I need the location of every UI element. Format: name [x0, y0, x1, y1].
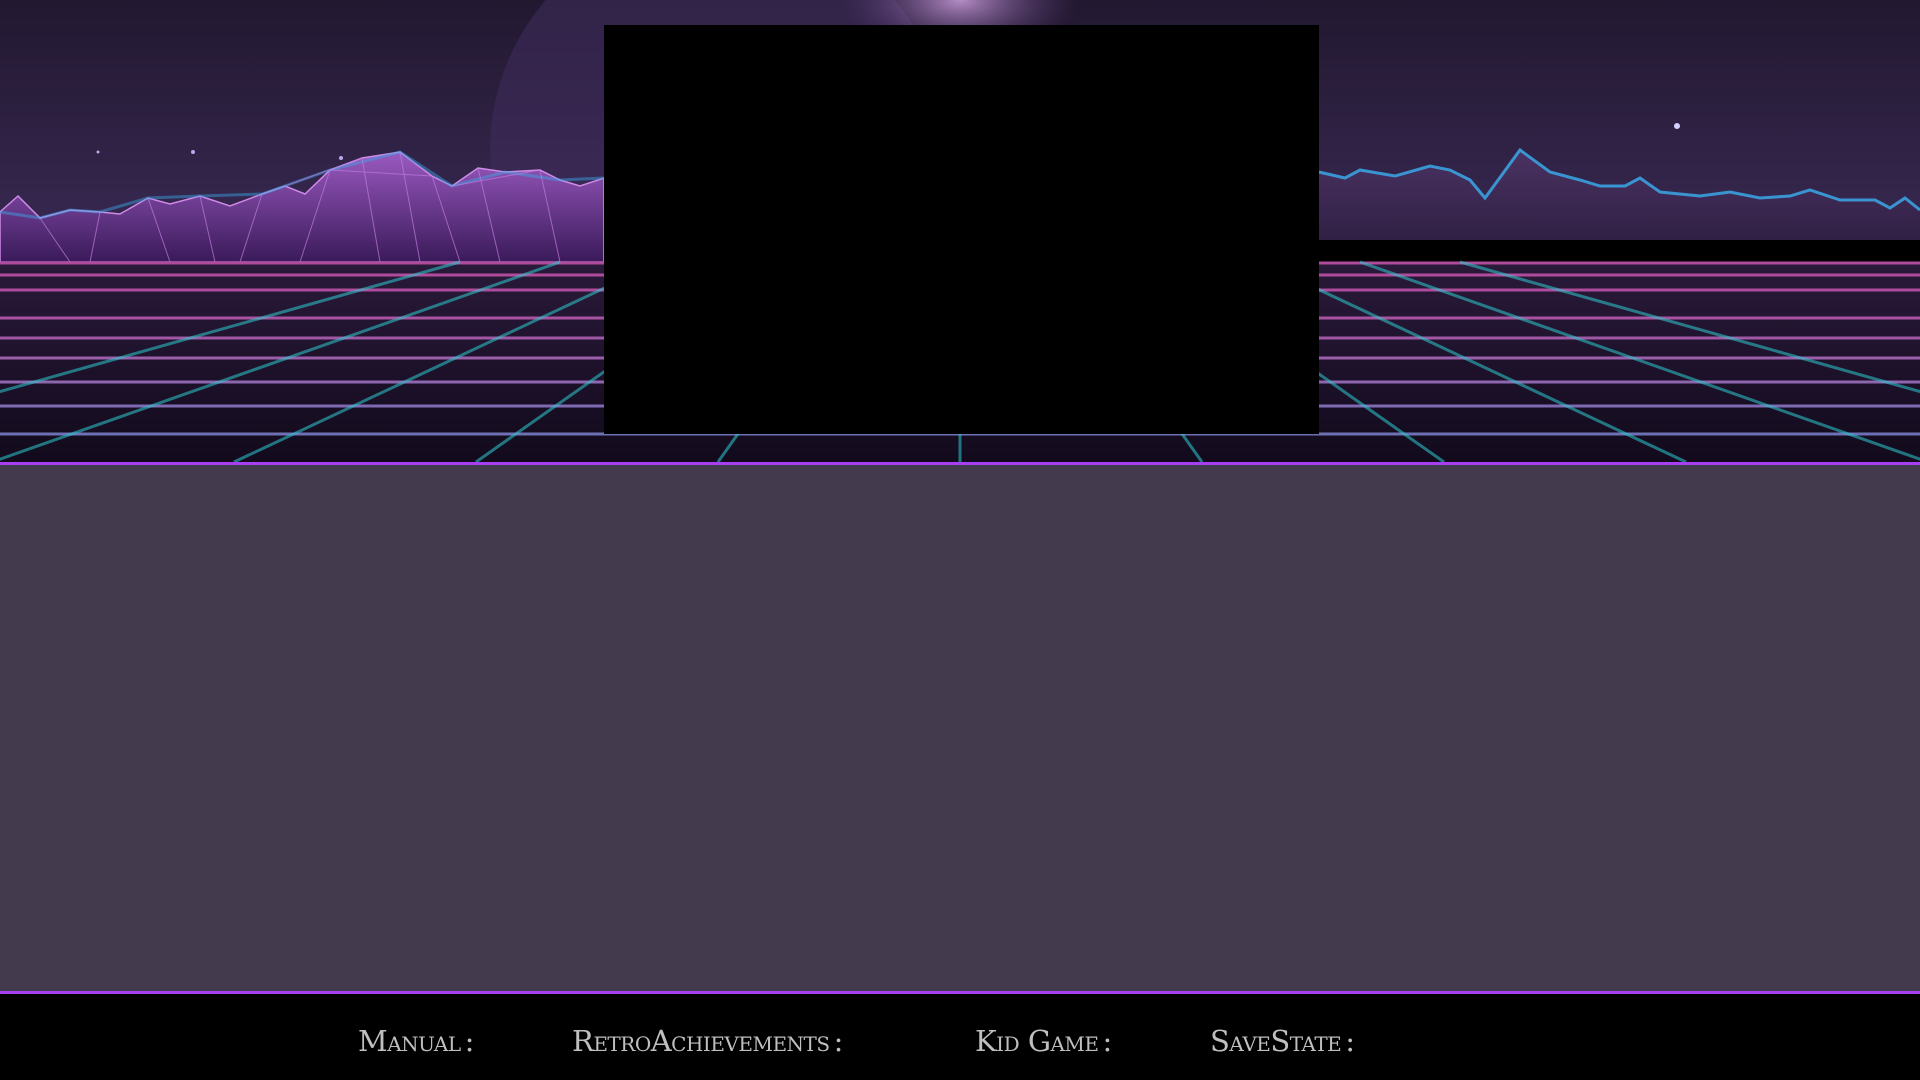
star-icon	[96, 150, 100, 154]
kid-game-label: Kid Game:	[975, 1024, 1112, 1058]
footer-bar: Manual: RetroAchievements: Kid Game: Sav…	[0, 994, 1920, 1080]
star-icon	[1674, 123, 1680, 129]
star-icon	[191, 150, 195, 154]
savestate-label: SaveState:	[1210, 1024, 1355, 1058]
star-icon	[339, 156, 343, 160]
game-preview-screen	[604, 25, 1319, 434]
manual-label: Manual:	[358, 1024, 474, 1058]
retroachievements-label: RetroAchievements:	[572, 1024, 843, 1058]
game-info-panel	[0, 462, 1920, 994]
